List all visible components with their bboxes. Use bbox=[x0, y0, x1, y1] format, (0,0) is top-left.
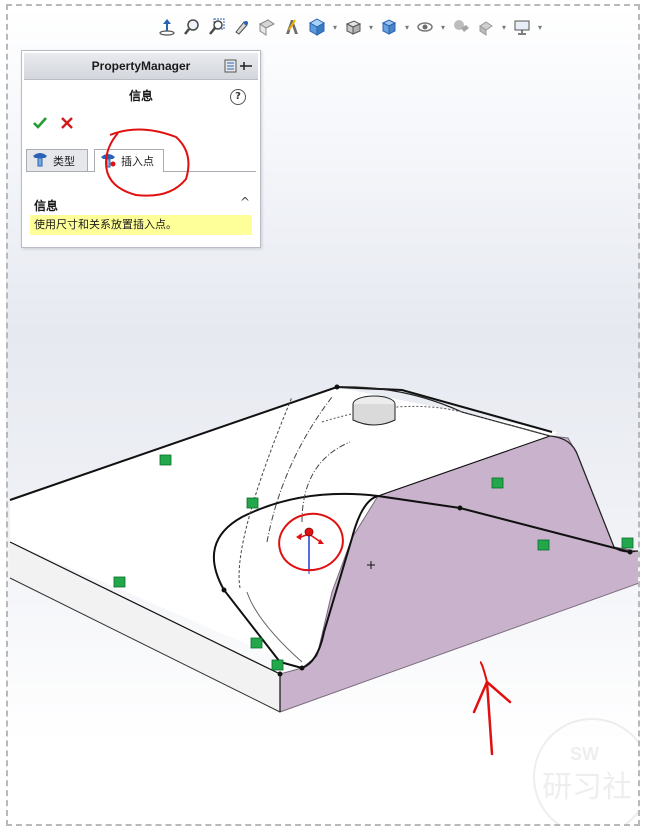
svg-text:SW: SW bbox=[570, 744, 599, 764]
watermark-logo: SW 研习社 bbox=[533, 718, 638, 824]
collapse-chevron-icon[interactable]: ^ bbox=[240, 195, 250, 209]
property-manager-header: PropertyManager bbox=[24, 53, 258, 80]
tab-type[interactable]: 类型 bbox=[26, 149, 88, 171]
annotation-circle-tab bbox=[104, 128, 190, 197]
tab-type-label: 类型 bbox=[53, 154, 75, 168]
ok-button[interactable] bbox=[32, 115, 48, 134]
pin-icon[interactable] bbox=[224, 58, 254, 77]
section-title-info: 信息 bbox=[34, 199, 59, 213]
help-icon[interactable]: ? bbox=[230, 89, 246, 105]
feature-name: 信息 bbox=[128, 89, 153, 103]
property-manager-panel: PropertyManager 信息 ? 类型 插入点 信息 ^ 使用尺寸和关系… bbox=[21, 50, 261, 248]
panel-title: PropertyManager bbox=[91, 59, 191, 73]
graphics-area[interactable]: ▾ ▾ ▾ ▾ ▾ ▾ SW 研习社 PropertyManager 信息 ? … bbox=[6, 4, 640, 826]
info-message: 使用尺寸和关系放置插入点。 bbox=[30, 215, 252, 235]
hole-type-icon bbox=[31, 151, 49, 170]
svg-text:研习社: 研习社 bbox=[542, 770, 632, 805]
annotation-arrow bbox=[472, 680, 512, 756]
cancel-button[interactable] bbox=[60, 115, 74, 134]
